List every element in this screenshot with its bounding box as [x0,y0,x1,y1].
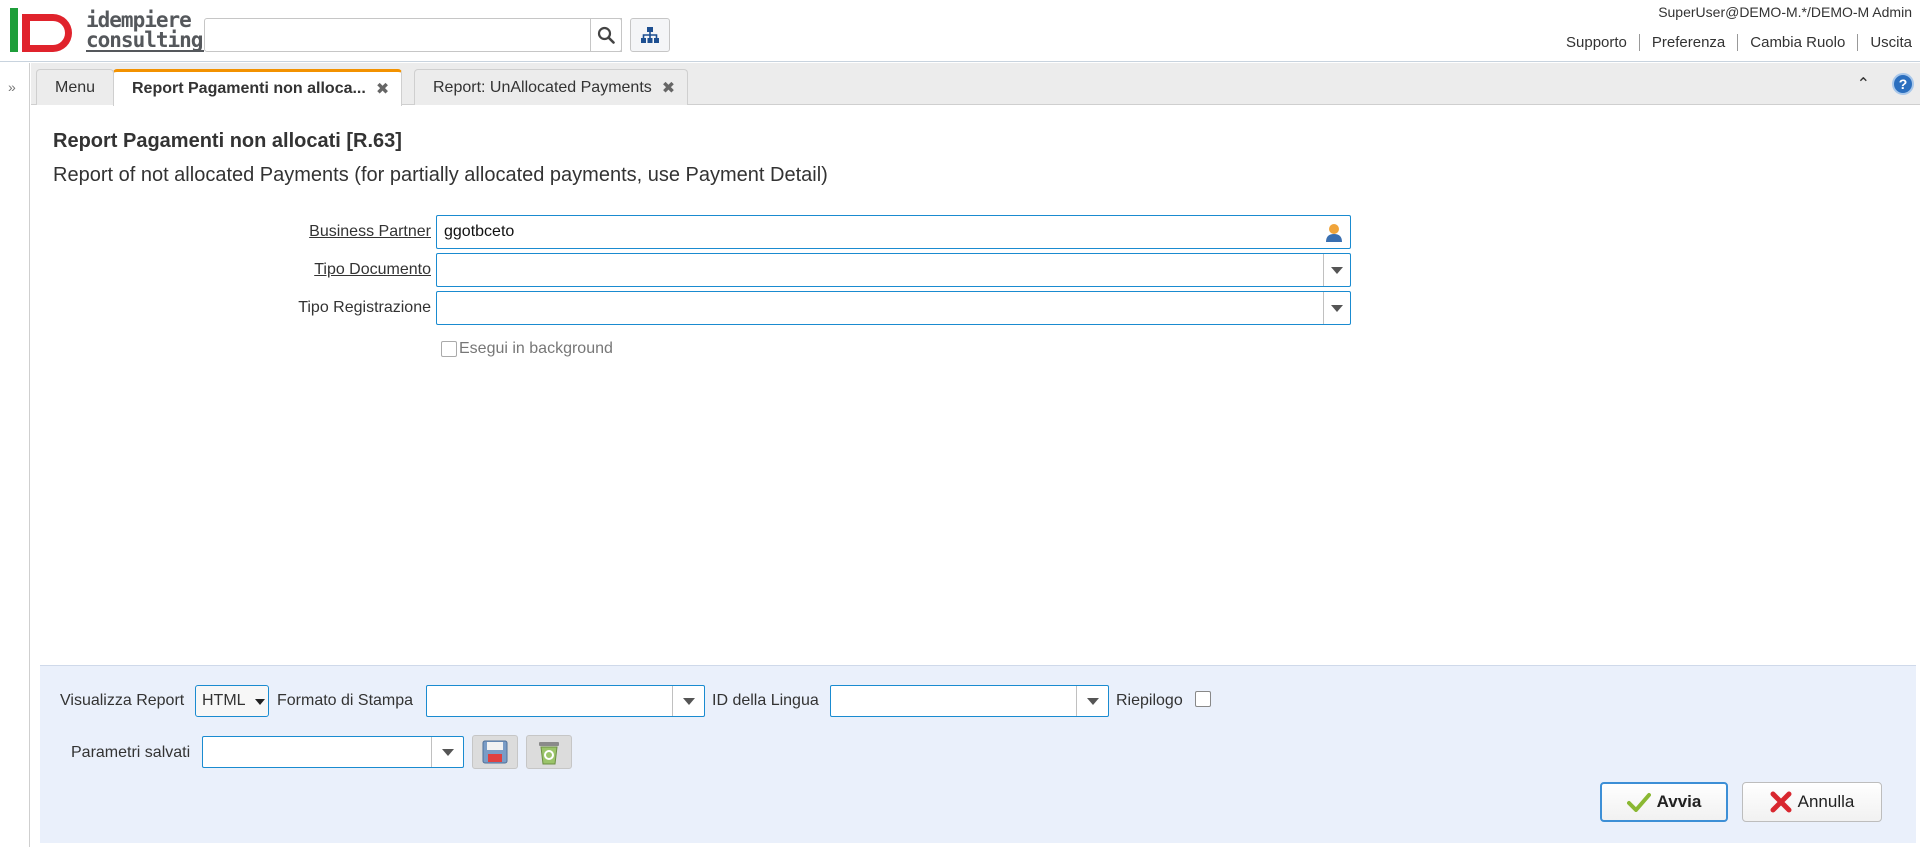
link-preferences[interactable]: Preferenza [1638,34,1737,51]
language-label: ID della Lingua [712,692,819,709]
doc-type-label[interactable]: Tipo Documento [51,261,431,279]
header: idempiere consulting SuperUser@DEMO-M.*/… [0,0,1920,62]
chevron-down-icon [1086,697,1099,705]
business-partner-label[interactable]: Business Partner [51,223,431,241]
run-button[interactable]: Avvia [1600,782,1728,822]
process-description: Report of not allocated Payments (for pa… [53,164,828,186]
tab-tools: ⌃ ? [1857,73,1920,95]
tab-bar: Menu Report Pagamenti non alloca... ✖ Re… [31,63,1920,106]
link-change-role[interactable]: Cambia Ruolo [1737,34,1857,51]
summary-checkbox[interactable] [1195,691,1211,707]
field-row-posting-type: Tipo Registrazione [31,291,1431,325]
top-links: Supporto Preferenza Cambia Ruolo Uscita [1554,34,1916,51]
saved-params-label: Parametri salvati [71,744,191,761]
chevron-down-icon [1331,266,1343,274]
chevron-down-icon [255,699,265,705]
report-options-panel: Visualizza Report HTML Formato di Stampa… [40,665,1916,843]
tab-menu[interactable]: Menu [36,69,115,105]
cancel-button-label: Annulla [1797,792,1855,811]
chevron-down-icon [441,748,454,756]
saved-params-combobox[interactable] [202,736,464,768]
tab-report-output[interactable]: Report: UnAllocated Payments ✖ [414,69,689,105]
chevron-down-icon [682,697,695,705]
cancel-x-icon [1770,791,1792,813]
recycle-bin-icon [539,742,559,765]
cancel-button[interactable]: Annulla [1742,782,1882,822]
collapse-header-icon[interactable]: ⌃ [1857,74,1870,94]
doc-type-dropdown-button[interactable] [1323,254,1350,286]
search-icon [597,26,615,44]
logo-text: idempiere consulting [86,10,206,52]
expand-panel-icon[interactable]: » [8,79,16,95]
view-report-label: Visualizza Report [60,692,185,709]
process-title: Report Pagamenti non allocati [R.63] [53,130,402,152]
run-in-background-checkbox[interactable] [441,341,457,357]
language-combobox[interactable] [830,685,1109,717]
company-logo[interactable]: idempiere consulting [10,8,204,58]
delete-params-button[interactable] [526,735,572,769]
business-partner-field[interactable] [436,215,1351,249]
link-support[interactable]: Supporto [1554,34,1639,51]
print-format-label: Formato di Stampa [277,692,414,709]
field-row-business-partner: Business Partner [31,215,1431,249]
posting-type-combobox[interactable] [436,291,1351,325]
run-button-label: Avvia [1656,792,1702,811]
print-format-combobox[interactable] [426,685,705,717]
logo-mark-i [10,12,18,52]
field-row-doc-type: Tipo Documento [31,253,1431,287]
tab-label: Menu [55,78,96,96]
help-icon[interactable]: ? [1892,73,1914,95]
doc-type-combobox[interactable] [436,253,1351,287]
tab-label: Report: UnAllocated Payments [433,78,652,96]
run-in-background-label: Esegui in background [459,340,613,357]
sitemap-icon [641,27,659,43]
save-icon [482,740,508,764]
west-panel-collapsed: » [0,63,30,847]
chevron-down-icon [1331,304,1343,312]
summary-label: Riepilogo [1116,692,1183,709]
tab-report-process[interactable]: Report Pagamenti non alloca... ✖ [113,69,403,106]
close-icon[interactable]: ✖ [662,78,675,98]
user-info: SuperUser@DEMO-M.*/DEMO-M Admin [1658,4,1912,20]
checkmark-icon [1626,793,1651,812]
save-params-button[interactable] [472,735,518,769]
view-report-select[interactable]: HTML [195,685,269,717]
close-icon[interactable]: ✖ [376,79,389,99]
language-dropdown-button[interactable] [1076,686,1108,716]
run-in-background[interactable]: Esegui in background [441,340,613,358]
logo-line1: idempiere [86,8,192,32]
search-button[interactable] [590,18,622,52]
saved-params-dropdown-button[interactable] [431,737,463,767]
logo-mark-d [22,14,72,52]
menu-tree-button[interactable] [630,18,670,52]
posting-type-dropdown-button[interactable] [1323,292,1350,324]
posting-type-label: Tipo Registrazione [298,299,431,316]
business-partner-lookup-icon[interactable] [1323,221,1345,243]
print-format-dropdown-button[interactable] [672,686,704,716]
tab-label: Report Pagamenti non alloca... [132,80,366,97]
global-search-input[interactable] [204,18,622,52]
link-logout[interactable]: Uscita [1857,34,1916,51]
logo-line2: consulting [86,28,204,52]
view-report-value: HTML [202,692,246,709]
